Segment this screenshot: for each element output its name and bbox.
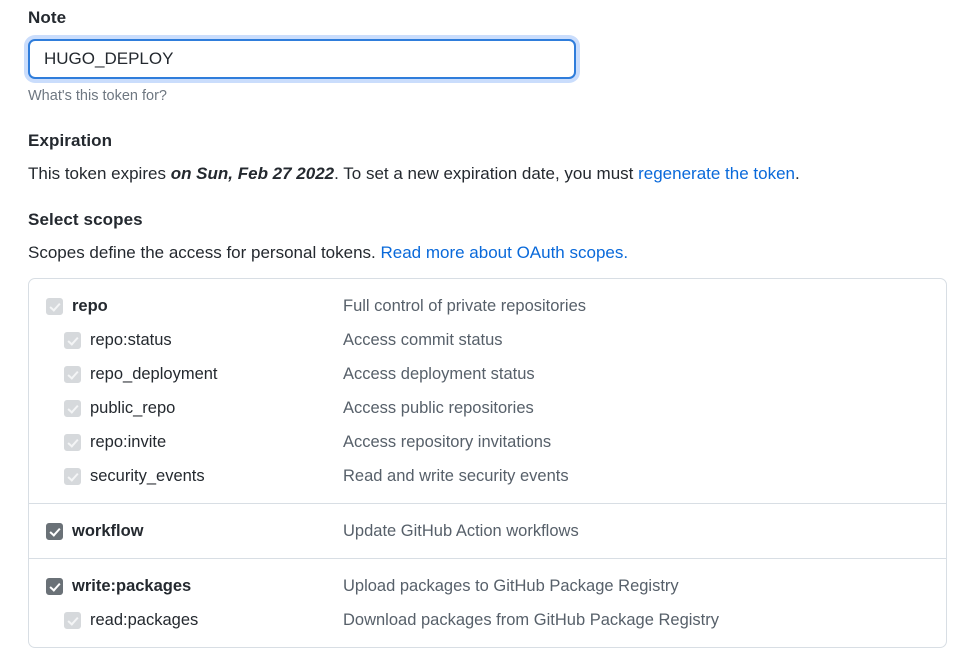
- expiration-text-after: .: [795, 164, 800, 183]
- scope-row: repo_deployment Access deployment status: [29, 357, 946, 391]
- scope-checkbox-repo:status: [64, 331, 81, 349]
- select-scopes-title: Select scopes: [28, 210, 143, 229]
- scope-label-repo:invite: repo:invite: [90, 432, 167, 451]
- scope-group: repo Full control of private repositories…: [29, 279, 946, 503]
- scope-row: workflow Update GitHub Action workflows: [29, 514, 946, 548]
- scope-checkbox-repo:invite: [64, 433, 81, 451]
- expiration-description: This token expires on Sun, Feb 27 2022. …: [28, 163, 800, 186]
- scope-label-write:packages[interactable]: write:packages: [72, 577, 343, 596]
- scope-checkbox-read:packages: [64, 611, 81, 629]
- note-input[interactable]: [28, 39, 576, 79]
- token-settings-page: Note What's this token for? Expiration T…: [0, 0, 978, 648]
- scope-label-repo: repo: [72, 296, 108, 315]
- scope-checkbox-repo: [46, 297, 63, 315]
- scope-description: Full control of private repositories: [343, 296, 587, 315]
- scope-checkbox-repo_deployment: [64, 365, 81, 383]
- scope-description: Upload packages to GitHub Package Regist…: [343, 576, 679, 595]
- note-help-text: What's this token for?: [28, 88, 167, 104]
- regenerate-token-link[interactable]: regenerate the token: [638, 164, 795, 183]
- scopes-list: repo Full control of private repositories…: [28, 278, 947, 648]
- scope-checkbox-write:packages[interactable]: [46, 577, 63, 595]
- note-label: Note: [28, 8, 67, 27]
- scope-description: Access deployment status: [343, 364, 535, 383]
- scope-description: Download packages from GitHub Package Re…: [343, 610, 720, 629]
- expiration-text-before: This token expires: [28, 164, 171, 183]
- scope-row: write:packages Upload packages to GitHub …: [29, 569, 946, 603]
- scope-group: write:packages Upload packages to GitHub …: [29, 558, 946, 647]
- scopes-subtitle-text: Scopes define the access for personal to…: [28, 243, 381, 262]
- select-scopes-subtitle: Scopes define the access for personal to…: [28, 242, 628, 265]
- scope-row: security_events Read and write security e…: [29, 459, 946, 493]
- scope-description: Update GitHub Action workflows: [343, 521, 579, 540]
- expiration-title: Expiration: [28, 131, 113, 150]
- scope-row: repo Full control of private repositories: [29, 289, 946, 323]
- scope-checkbox-security_events: [64, 467, 81, 485]
- scope-label-security_events: security_events: [90, 466, 205, 485]
- scope-description: Access commit status: [343, 330, 503, 349]
- scope-label-workflow[interactable]: workflow: [72, 522, 343, 541]
- scope-checkbox-public_repo: [64, 399, 81, 417]
- expiration-text-middle: . To set a new expiration date, you must: [334, 164, 639, 183]
- scope-label-read:packages: read:packages: [90, 610, 199, 629]
- scope-description: Access public repositories: [343, 398, 534, 417]
- scope-checkbox-workflow[interactable]: [46, 522, 63, 540]
- scope-label-repo_deployment: repo_deployment: [90, 364, 218, 383]
- scope-group: workflow Update GitHub Action workflows: [29, 503, 946, 558]
- expiration-date: on Sun, Feb 27 2022: [170, 164, 335, 183]
- scope-row: read:packages Download packages from GitH…: [29, 603, 946, 637]
- scope-description: Read and write security events: [343, 466, 569, 485]
- scope-row: public_repo Access public repositories: [29, 391, 946, 425]
- note-input-wrapper: [28, 39, 576, 79]
- scope-row: repo:invite Access repository invitations: [29, 425, 946, 459]
- scope-label-public_repo: public_repo: [90, 398, 176, 417]
- scope-label-repo:status: repo:status: [90, 330, 172, 349]
- scope-description: Access repository invitations: [343, 432, 552, 451]
- scope-row: repo:status Access commit status: [29, 323, 946, 357]
- oauth-scopes-link[interactable]: Read more about OAuth scopes.: [380, 243, 628, 262]
